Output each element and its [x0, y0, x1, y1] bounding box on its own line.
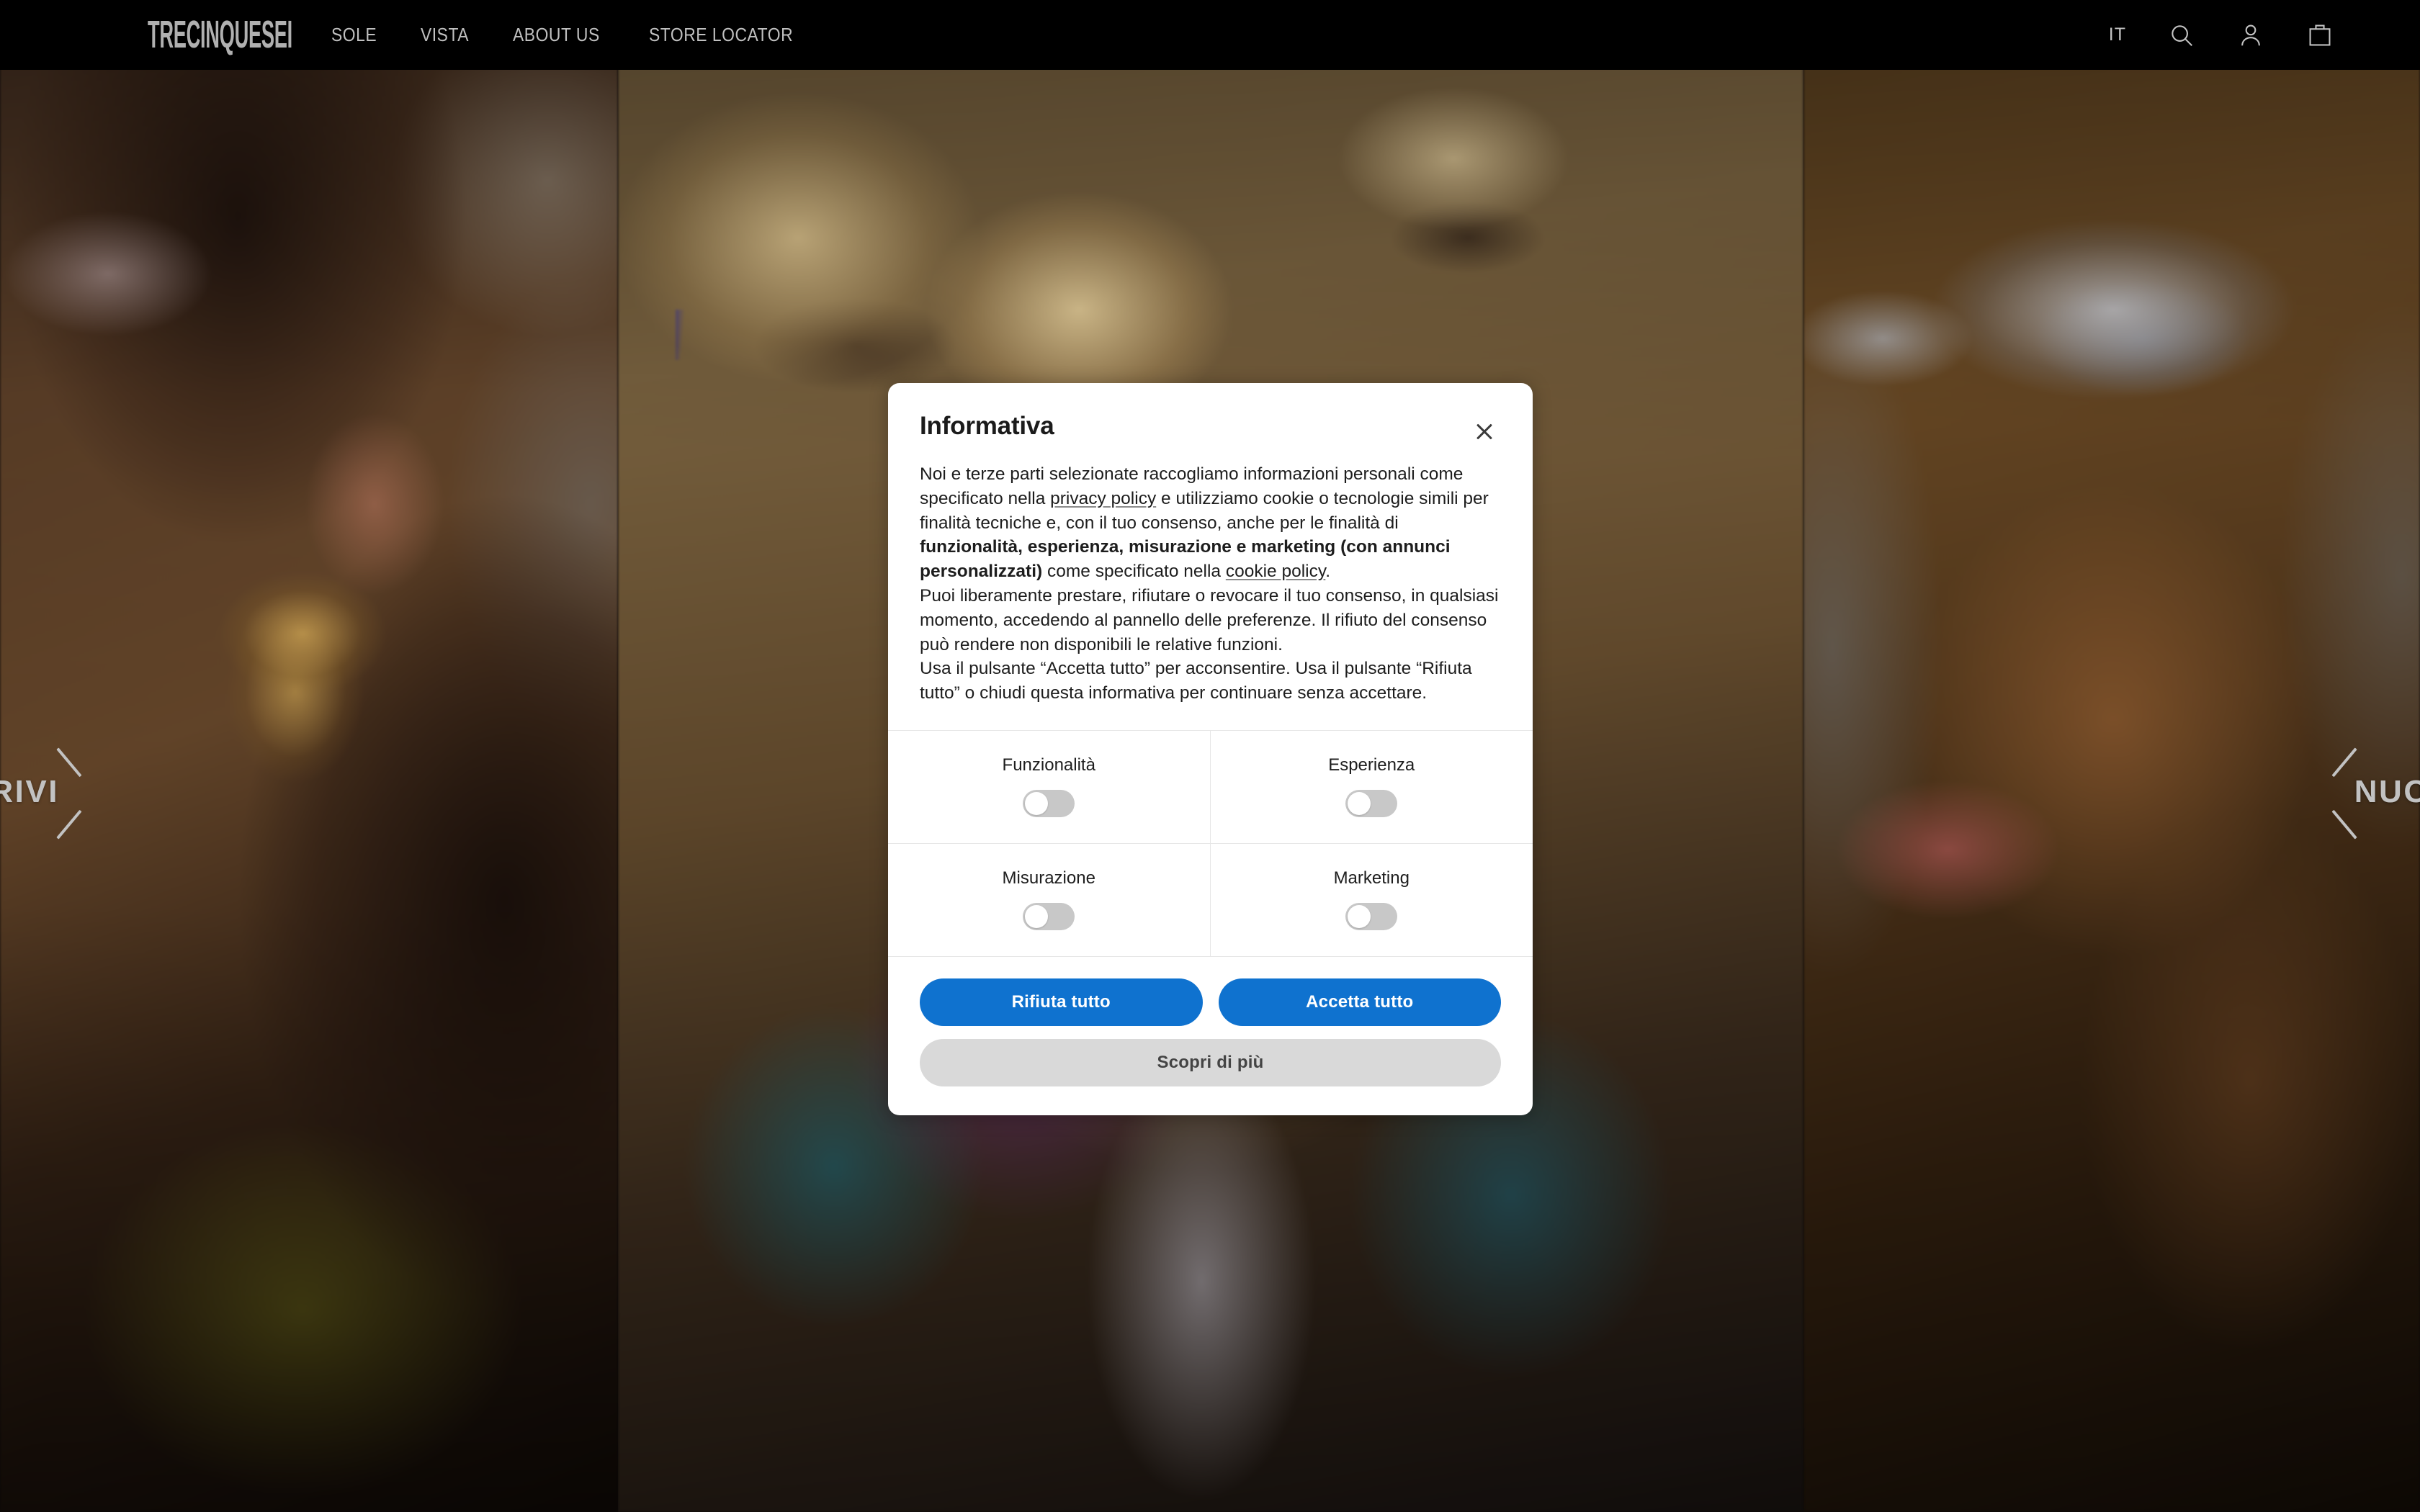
- learn-more-button[interactable]: Scopri di più: [920, 1038, 1501, 1086]
- privacy-policy-link[interactable]: privacy policy: [1050, 489, 1156, 508]
- dialog-body: Noi e terze parti selezionate raccogliam…: [888, 448, 1533, 730]
- language-selector[interactable]: IT: [2109, 24, 2126, 45]
- reject-all-button[interactable]: Rifiuta tutto: [920, 978, 1203, 1026]
- consent-paragraph-1: Noi e terze parti selezionate raccogliam…: [920, 462, 1501, 584]
- site-header: TRECINQUESEI SOLE VISTA ABOUT US STORE L…: [0, 0, 2420, 70]
- dialog-title: Informativa: [920, 412, 1054, 440]
- toggle-knob: [1348, 904, 1371, 928]
- toggle-knob: [1025, 904, 1049, 928]
- preference-label: Marketing: [1333, 868, 1410, 888]
- toggle-misurazione[interactable]: [1023, 902, 1075, 930]
- toggle-knob: [1348, 791, 1371, 815]
- toggle-knob: [1025, 791, 1049, 815]
- preference-misurazione[interactable]: Misurazione: [888, 843, 1211, 957]
- preference-label: Funzionalità: [1002, 755, 1095, 775]
- preference-marketing[interactable]: Marketing: [1210, 844, 1533, 957]
- nav-item-sole[interactable]: SOLE: [331, 24, 377, 46]
- nav-item-vista[interactable]: VISTA: [421, 24, 469, 46]
- carousel-next-label: NUOVI A: [2354, 774, 2420, 809]
- consent-paragraph-2: Puoi liberamente prestare, rifiutare o r…: [920, 585, 1499, 654]
- preference-funzionalita[interactable]: Funzionalità: [888, 730, 1211, 844]
- search-icon[interactable]: [2168, 22, 2195, 49]
- preference-label: Misurazione: [1002, 868, 1095, 888]
- header-utilities: IT: [2109, 22, 2334, 49]
- cookie-consent-dialog: Informativa Noi e terze parti selezionat…: [888, 383, 1533, 1115]
- toggle-funzionalita[interactable]: [1023, 789, 1075, 817]
- chevron-left-icon[interactable]: [78, 756, 115, 828]
- preference-esperienza[interactable]: Esperienza: [1210, 731, 1533, 844]
- preferences-grid: Funzionalità Esperienza Misurazione Mark…: [888, 729, 1533, 957]
- consent-paragraph-3: Usa il pulsante “Accetta tutto” per acco…: [920, 659, 1472, 703]
- dialog-actions: Rifiuta tutto Accetta tutto Scopri di pi…: [888, 957, 1533, 1115]
- brand-logo[interactable]: TRECINQUESEI: [148, 13, 292, 57]
- shopping-bag-icon[interactable]: [2306, 22, 2334, 49]
- consent-p1-text-d: .: [1325, 562, 1331, 582]
- primary-action-row: Rifiuta tutto Accetta tutto: [920, 978, 1501, 1026]
- cookie-policy-link[interactable]: cookie policy: [1226, 562, 1325, 581]
- carousel-prev-control[interactable]: I ARRIVI: [0, 756, 115, 828]
- accept-all-button[interactable]: Accetta tutto: [1218, 978, 1501, 1026]
- nav-item-about-us[interactable]: ABOUT US: [513, 24, 600, 46]
- carousel-prev-label: I ARRIVI: [0, 774, 59, 809]
- page-stage: I ARRIVI NUOVI A TRECINQUESEI SOLE VISTA…: [0, 0, 2420, 1512]
- nav-item-store-locator[interactable]: STORE LOCATOR: [649, 24, 793, 46]
- carousel-next-control[interactable]: NUOVI A: [2298, 756, 2420, 828]
- consent-p1-text-c: come specificato nella: [1042, 562, 1226, 582]
- dialog-header: Informativa: [888, 383, 1533, 448]
- close-icon[interactable]: [1468, 415, 1501, 448]
- user-icon[interactable]: [2237, 22, 2264, 49]
- preference-label: Esperienza: [1328, 755, 1415, 775]
- main-navigation: SOLE VISTA ABOUT US STORE LOCATOR: [331, 24, 813, 46]
- toggle-esperienza[interactable]: [1345, 789, 1398, 817]
- toggle-marketing[interactable]: [1345, 902, 1398, 930]
- chevron-right-icon[interactable]: [2298, 756, 2336, 828]
